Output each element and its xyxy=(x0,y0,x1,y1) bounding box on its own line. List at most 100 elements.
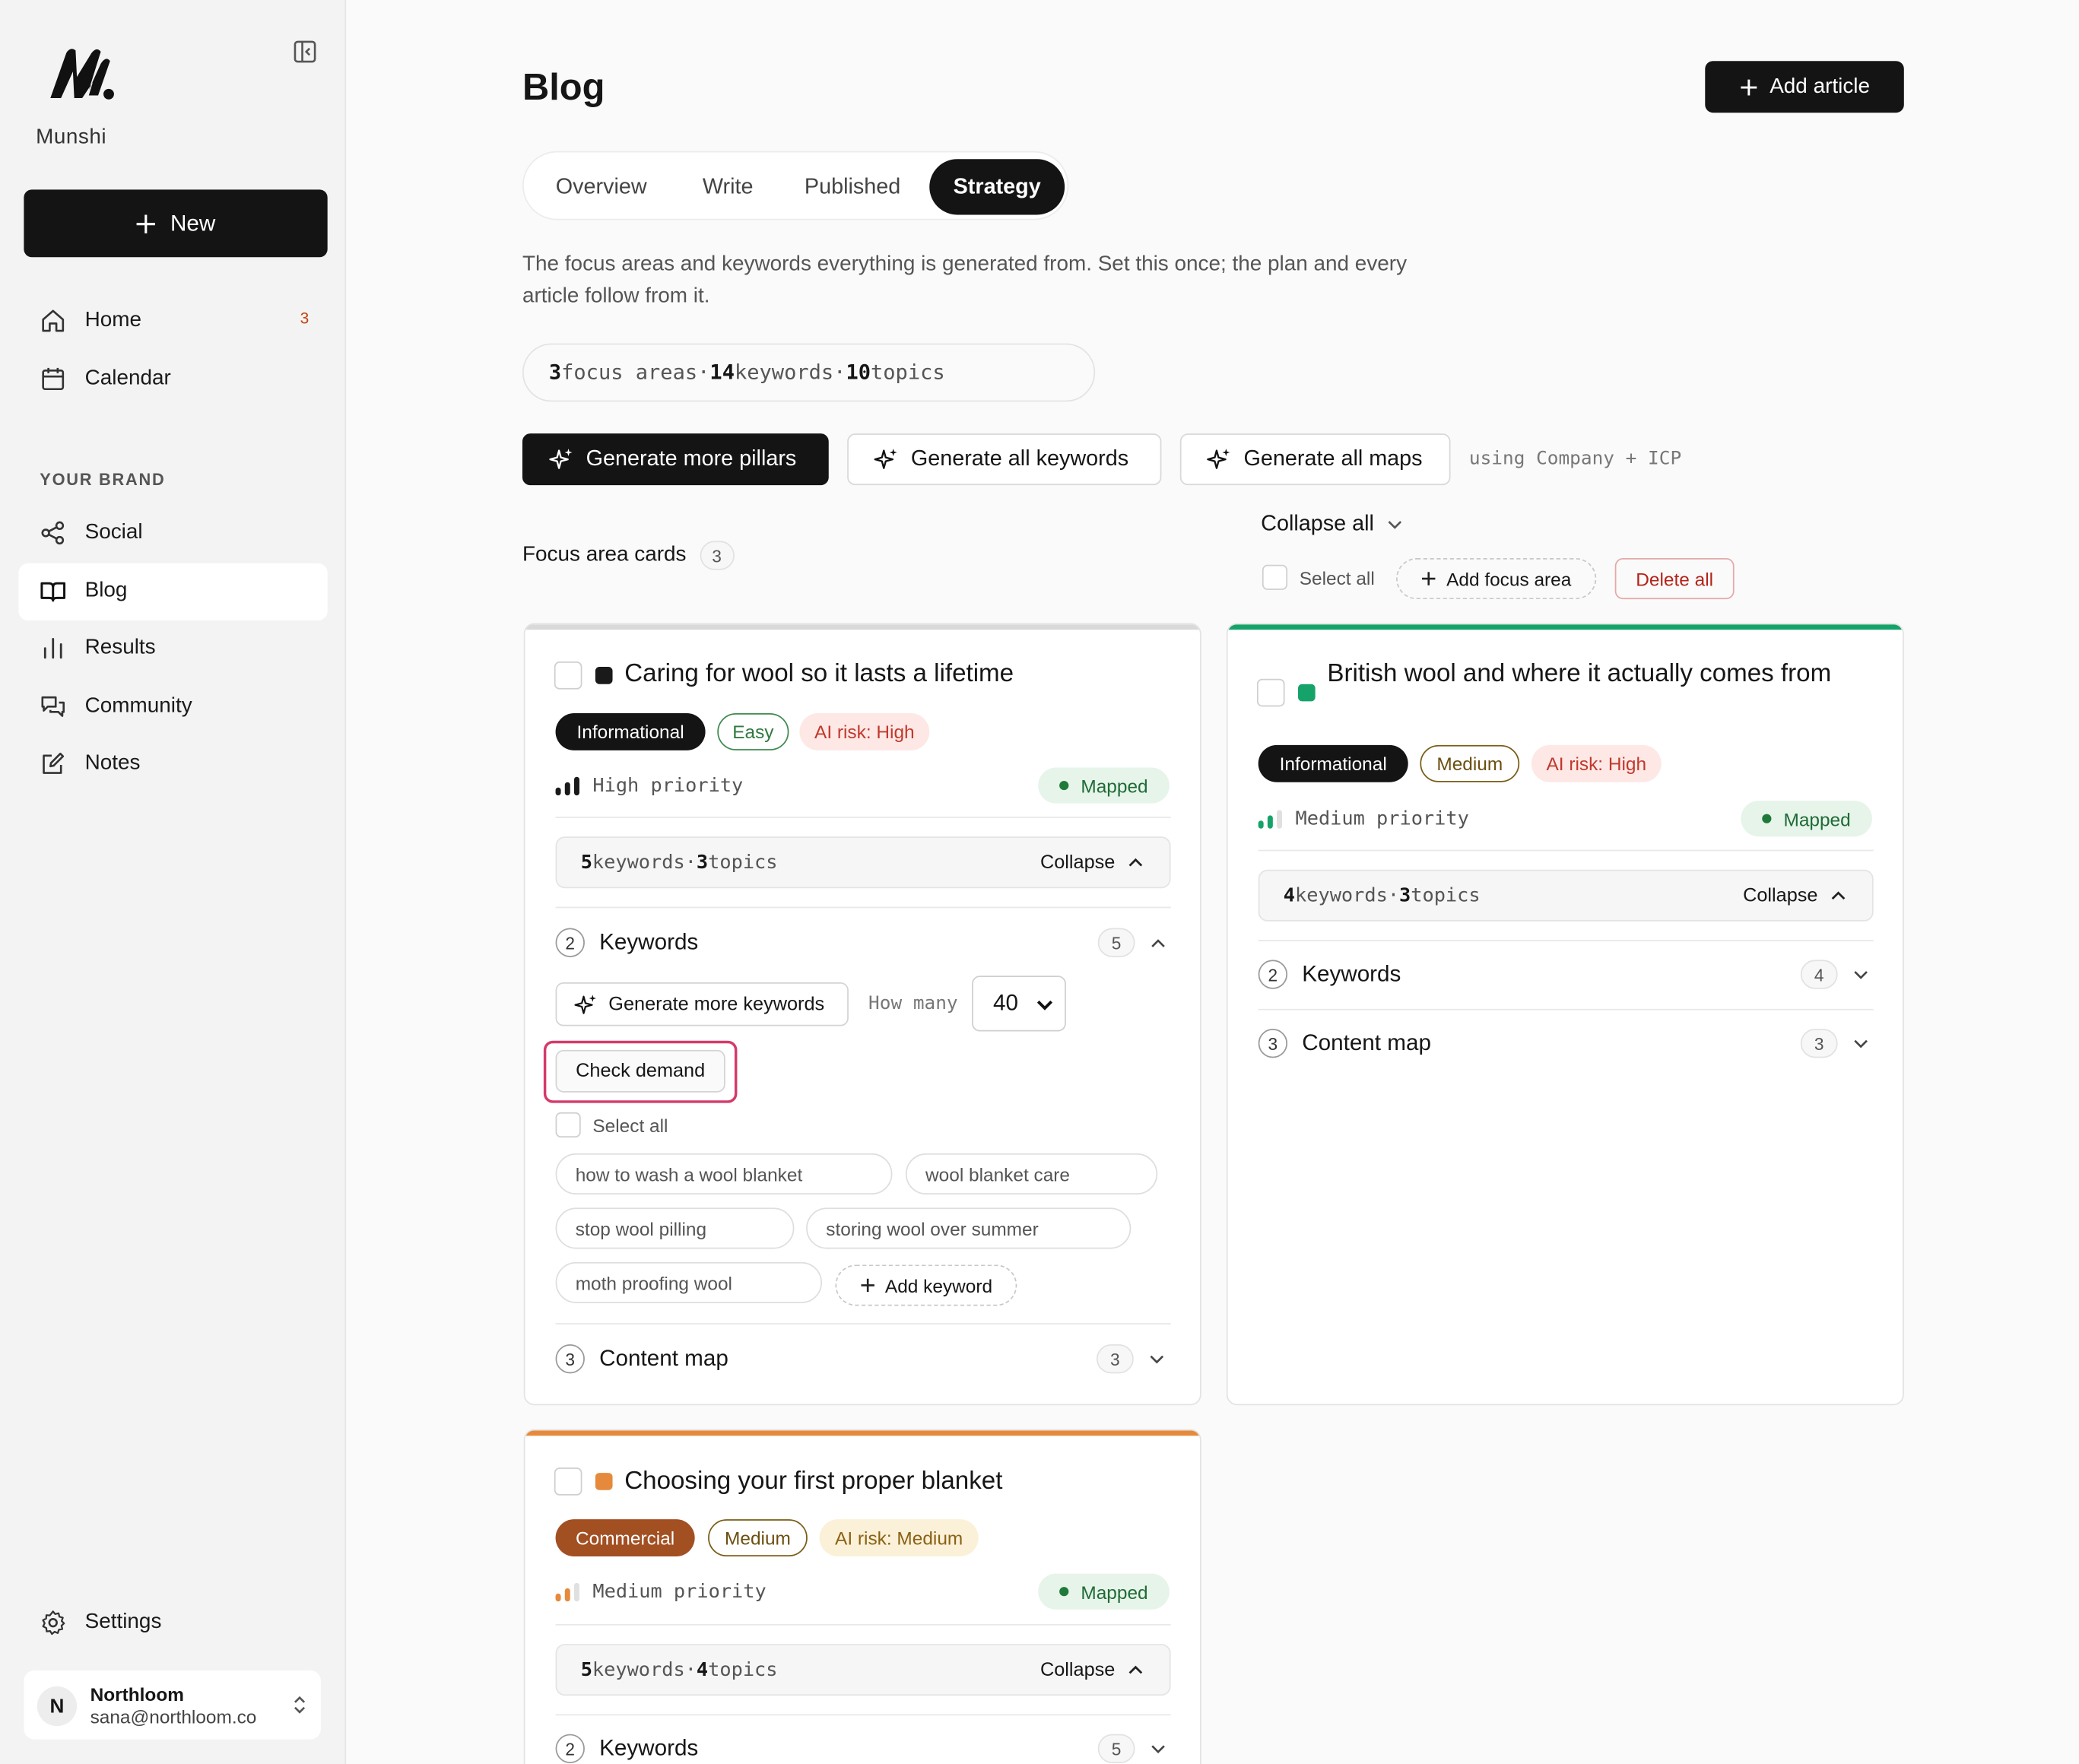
priority-label: High priority xyxy=(592,776,744,797)
add-article-button[interactable]: Add article xyxy=(1705,61,1904,113)
divider xyxy=(555,1623,1171,1626)
card-summary-bar[interactable]: 5 keywords · 4 topics Collapse xyxy=(555,1644,1171,1696)
priority-bars-icon xyxy=(1258,810,1283,829)
section-label: Keywords xyxy=(1302,961,1401,987)
card-select-checkbox[interactable] xyxy=(554,662,582,690)
check-demand-button[interactable]: Check demand xyxy=(555,1049,725,1093)
keywords-section-header[interactable]: 2 Keywords xyxy=(555,928,698,957)
home-icon xyxy=(42,309,65,332)
select-all-focus-areas[interactable]: Select all xyxy=(1262,564,1375,590)
keywords-section-header[interactable]: 2 Keywords xyxy=(555,1734,698,1763)
chevron-down-icon[interactable] xyxy=(1854,969,1868,979)
generate-pillars-button[interactable]: Generate more pillars xyxy=(522,433,829,486)
keywords-count-badge: 4 xyxy=(1800,960,1838,989)
section-number: 3 xyxy=(1258,1029,1288,1058)
content-map-section-header[interactable]: 3 Content map xyxy=(555,1344,728,1374)
divider xyxy=(555,1323,1171,1325)
sidebar-item-settings[interactable]: Settings xyxy=(18,1595,327,1652)
tab-overview[interactable]: Overview xyxy=(530,159,672,214)
chevron-down-icon[interactable] xyxy=(1151,1744,1165,1753)
sidebar-item-blog[interactable]: Blog xyxy=(18,563,328,621)
sidebar-item-home[interactable]: Home 3 xyxy=(18,293,327,350)
keyword-count: 4 xyxy=(1283,884,1296,906)
card-select-checkbox[interactable] xyxy=(554,1467,582,1496)
tab-published[interactable]: Published xyxy=(783,159,921,214)
munshi-logo-icon[interactable] xyxy=(48,45,117,100)
card-summary-bar[interactable]: 4 keywords · 3 topics Collapse xyxy=(1258,869,1874,922)
sidebar-item-label: Social xyxy=(84,521,143,544)
keywords-count-badge: 5 xyxy=(1097,1734,1135,1763)
plus-icon xyxy=(1421,572,1436,585)
focus-area-title: British wool and where it actually comes… xyxy=(1327,660,1832,688)
sidebar-item-community[interactable]: Community xyxy=(18,679,327,736)
divider xyxy=(555,906,1171,909)
collapse-label: Collapse xyxy=(1743,884,1818,906)
generate-maps-button[interactable]: Generate all maps xyxy=(1179,433,1451,486)
chevron-down-icon[interactable] xyxy=(1150,1354,1164,1363)
topic-label: topics xyxy=(708,1659,778,1681)
chevron-up-icon xyxy=(1128,858,1143,867)
sidebar-collapse-icon[interactable] xyxy=(293,40,316,63)
card-select-checkbox[interactable] xyxy=(1256,678,1285,707)
collapse-toggle[interactable]: Collapse xyxy=(1743,885,1846,906)
add-focus-area-button[interactable]: Add focus area xyxy=(1396,558,1597,600)
sidebar-item-results[interactable]: Results xyxy=(18,620,327,677)
priority-label: Medium priority xyxy=(1295,808,1469,830)
how-many-select[interactable]: 40 xyxy=(972,976,1066,1032)
separator: · xyxy=(1387,884,1400,906)
account-email: sana@northloom.co xyxy=(90,1706,257,1728)
card-summary-bar[interactable]: 5 keywords · 3 topics Collapse xyxy=(555,836,1171,889)
how-many-value: 40 xyxy=(992,990,1018,1016)
generate-more-keywords-button[interactable]: Generate more keywords xyxy=(555,982,849,1026)
strategy-stats: 3 focus areas · 14 keywords · 10 topics xyxy=(522,343,1096,402)
sidebar-item-label: Settings xyxy=(84,1610,162,1634)
topic-count: 3 xyxy=(696,852,709,874)
card-accent-bar xyxy=(1227,624,1903,630)
section-number: 2 xyxy=(1258,960,1288,989)
new-button[interactable]: New xyxy=(24,189,328,258)
generate-keywords-button[interactable]: Generate all keywords xyxy=(847,433,1162,486)
topic-count: 4 xyxy=(696,1659,709,1681)
sidebar-item-social[interactable]: Social xyxy=(18,505,327,562)
delete-all-button[interactable]: Delete all xyxy=(1614,558,1735,600)
plus-icon xyxy=(860,1278,874,1293)
keyword-chip[interactable]: how to wash a wool blanket xyxy=(555,1153,893,1195)
tab-write[interactable]: Write xyxy=(678,159,779,214)
focus-area-label: focus areas xyxy=(561,360,698,385)
keywords-section-header[interactable]: 2 Keywords xyxy=(1258,960,1401,989)
keyword-chip[interactable]: moth proofing wool xyxy=(555,1261,823,1303)
chevron-down-icon xyxy=(1389,520,1402,528)
divider xyxy=(1258,849,1874,852)
sidebar-item-label: Blog xyxy=(84,579,128,602)
focus-area-heading-label: Focus area cards xyxy=(522,543,687,566)
section-label: Content map xyxy=(1302,1030,1431,1055)
plus-icon xyxy=(1740,78,1757,95)
focus-area-color-dot xyxy=(595,667,613,684)
collapse-toggle[interactable]: Collapse xyxy=(1040,1659,1143,1680)
select-all-keywords-checkbox[interactable] xyxy=(555,1112,581,1138)
bar-chart-icon xyxy=(43,638,62,659)
add-article-label: Add article xyxy=(1770,75,1870,98)
content-map-section-header[interactable]: 3 Content map xyxy=(1258,1029,1431,1058)
collapse-all-toggle[interactable]: Collapse all xyxy=(1261,512,1403,537)
account-name: Northloom xyxy=(90,1683,184,1705)
chevron-down-icon[interactable] xyxy=(1854,1039,1868,1048)
select-all-keywords[interactable]: Select all xyxy=(555,1112,668,1138)
sidebar-item-calendar[interactable]: Calendar xyxy=(18,351,327,408)
keyword-label: keywords xyxy=(592,1659,685,1681)
focus-area-heading: Focus area cards 3 xyxy=(522,541,735,570)
collapse-toggle[interactable]: Collapse xyxy=(1040,852,1143,873)
sidebar-item-notes[interactable]: Notes xyxy=(18,736,327,793)
divider xyxy=(1258,1008,1874,1010)
account-switcher[interactable]: N Northloom sana@northloom.co xyxy=(24,1670,321,1740)
add-keyword-label: Add keyword xyxy=(884,1274,993,1296)
section-number: 2 xyxy=(555,1734,585,1763)
keyword-chip[interactable]: wool blanket care xyxy=(905,1153,1158,1195)
select-all-checkbox[interactable] xyxy=(1262,564,1288,590)
add-keyword-button[interactable]: Add keyword xyxy=(835,1264,1017,1306)
keyword-chip[interactable]: stop wool pilling xyxy=(555,1207,795,1249)
topic-label: topics xyxy=(708,852,778,874)
keyword-chip[interactable]: storing wool over summer xyxy=(806,1207,1132,1249)
chevron-up-icon[interactable] xyxy=(1151,938,1165,947)
tab-strategy[interactable]: Strategy xyxy=(929,159,1065,215)
